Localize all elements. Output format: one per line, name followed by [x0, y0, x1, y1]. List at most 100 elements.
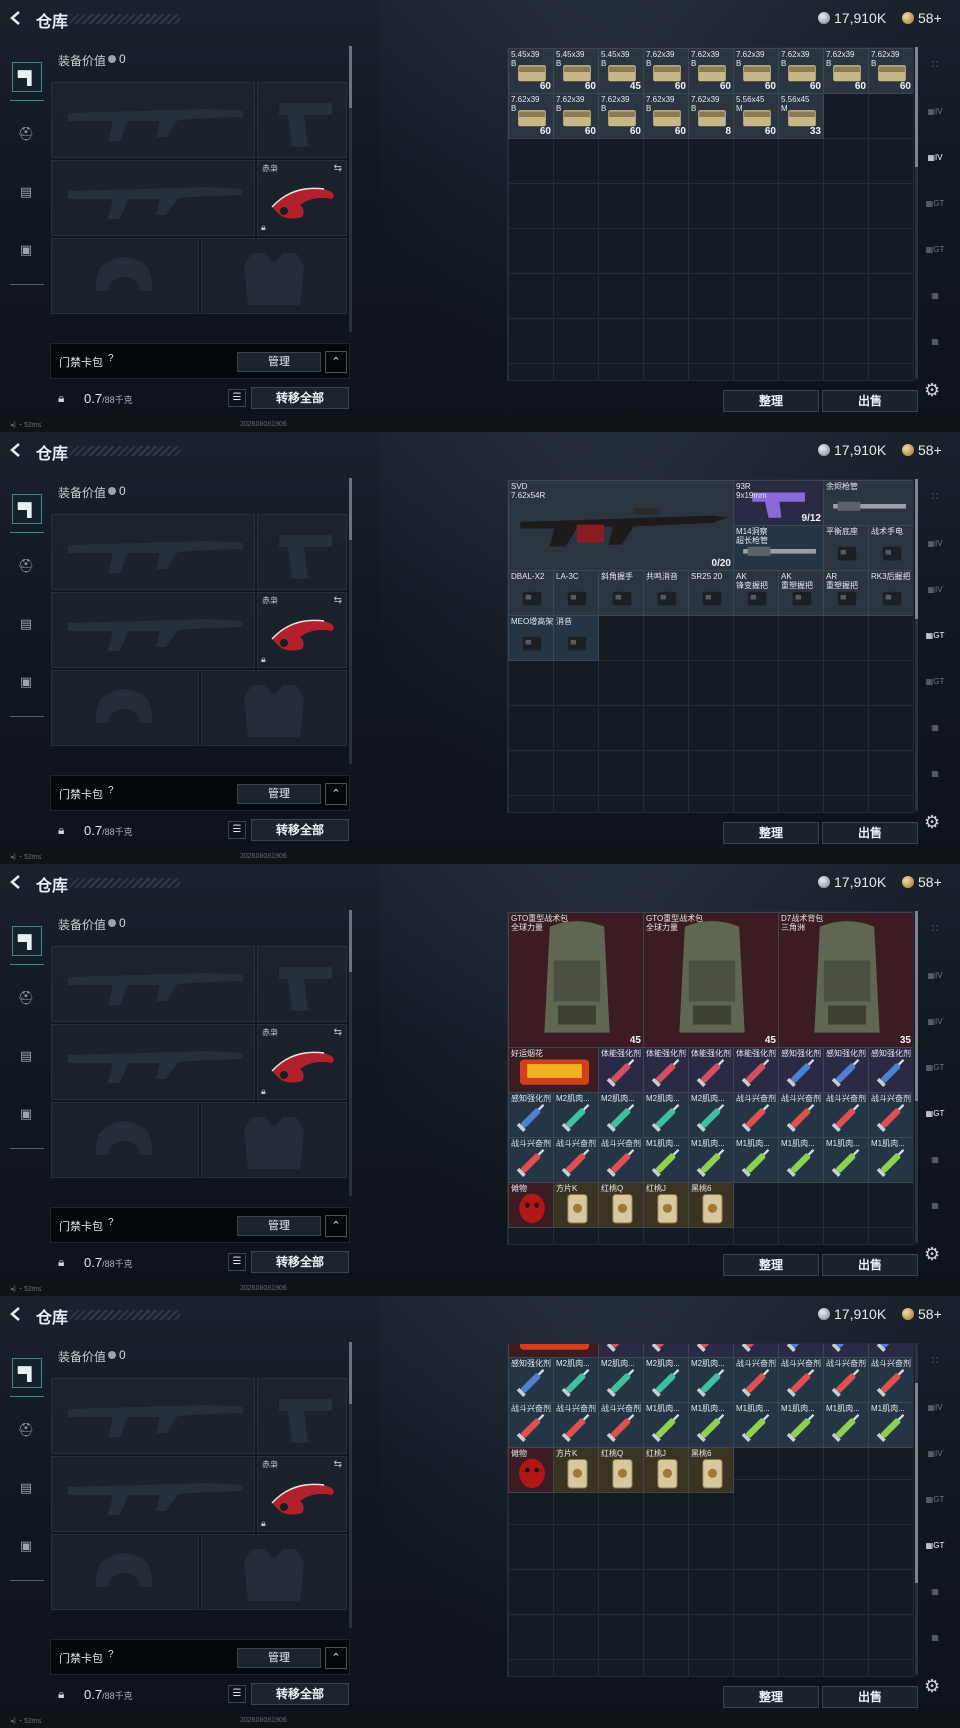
stash-item[interactable]: 5.45x39 B 60 — [508, 48, 554, 94]
stash-item[interactable]: 7.62x39 B 8 — [688, 93, 734, 139]
stash-item[interactable]: M2肌肉... — [598, 1092, 644, 1138]
chevron-up-icon[interactable]: ⌃ — [325, 1647, 347, 1669]
stash-item[interactable]: 7.62x39 B 60 — [643, 48, 689, 94]
stash-item[interactable]: M1肌肉... — [733, 1402, 779, 1448]
stash-item[interactable]: 7.62x39 B 60 — [733, 48, 779, 94]
stash-item[interactable]: 93R 9x19mm 9/12 — [733, 480, 824, 526]
primary-weapon-slot[interactable] — [51, 514, 255, 590]
stash-page-tab-5[interactable]: ▦ GT — [922, 670, 948, 692]
stash-item[interactable] — [508, 1344, 599, 1358]
stash-item[interactable]: 5.45x39 B 45 — [598, 48, 644, 94]
stash-item[interactable]: 消音 — [553, 615, 599, 661]
tab-rig[interactable]: ▤ — [12, 610, 40, 638]
tab-bag[interactable]: ▣ — [12, 1100, 40, 1128]
stash-item[interactable]: M2肌肉... — [688, 1357, 734, 1403]
stash-item[interactable]: 余烬枪管 — [823, 480, 913, 526]
loadout-scrollbar[interactable] — [349, 478, 352, 764]
stash-item[interactable]: 感知强化剂 — [508, 1357, 554, 1403]
swap-icon[interactable]: ⇆ — [334, 595, 342, 606]
sort-button[interactable]: 整理 — [723, 822, 819, 844]
help-icon[interactable]: ? — [108, 785, 114, 796]
tab-bag[interactable]: ▣ — [12, 236, 40, 264]
transfer-all-button[interactable]: 转移全部 — [251, 1251, 349, 1273]
stash-item[interactable]: 战斗兴奋剂 — [823, 1357, 869, 1403]
scrollbar-thumb[interactable] — [915, 911, 918, 1101]
stash-page-tab-1[interactable]: ⛶ — [922, 486, 948, 508]
sell-button[interactable]: 出售 — [822, 390, 918, 412]
scrollbar-thumb[interactable] — [349, 910, 352, 972]
tab-armor[interactable]: ⛑ — [12, 552, 40, 580]
stash-item[interactable]: M1肌肉... — [778, 1137, 824, 1183]
stash-item[interactable]: 黑桃6 — [688, 1182, 734, 1228]
stash-page-tab-3[interactable]: ▦ IV — [922, 578, 948, 600]
stash-page-tab-3[interactable]: ▦ IV — [922, 1442, 948, 1464]
list-icon[interactable]: ☰ — [228, 389, 246, 407]
back-arrow-icon[interactable] — [8, 874, 24, 890]
stash-grid[interactable]: 5.45x39 B 60 5.45x39 B 60 5.45x39 B 45 7.62x39… — [507, 47, 914, 381]
stash-page-tab-6[interactable]: ▦ — [922, 716, 948, 738]
gear-icon[interactable]: ⚙ — [924, 380, 940, 401]
stash-item[interactable] — [688, 1344, 734, 1358]
stash-page-tab-3[interactable]: ▦ IV — [922, 146, 948, 168]
manage-button[interactable]: 管理 — [237, 784, 321, 804]
stash-page-tab-4[interactable]: ▦ GT — [922, 1488, 948, 1510]
sell-button[interactable]: 出售 — [822, 1254, 918, 1276]
stash-item[interactable]: 战斗兴奋剂 — [868, 1092, 913, 1138]
stash-item[interactable]: 斜角握手 — [598, 570, 644, 616]
manage-button[interactable]: 管理 — [237, 1216, 321, 1236]
transfer-all-button[interactable]: 转移全部 — [251, 387, 349, 409]
list-icon[interactable]: ☰ — [228, 1253, 246, 1271]
armor-slot[interactable] — [201, 238, 347, 314]
stash-item[interactable]: M1肌肉... — [643, 1402, 689, 1448]
stash-page-tab-4[interactable]: ▦ GT — [922, 1056, 948, 1078]
stash-page-tab-1[interactable]: ⛶ — [922, 1350, 948, 1372]
stash-page-tab-1[interactable]: ⛶ — [922, 918, 948, 940]
stash-item[interactable]: MEO增高架 — [508, 615, 554, 661]
stash-item[interactable]: 好运烟花 — [508, 1047, 599, 1093]
stash-item[interactable]: 7.62x39 B 60 — [688, 48, 734, 94]
stash-scrollbar[interactable] — [915, 1343, 918, 1675]
tab-weapons[interactable]: ▀▌ — [12, 494, 42, 524]
sort-button[interactable]: 整理 — [723, 1686, 819, 1708]
tab-rig[interactable]: ▤ — [12, 1474, 40, 1502]
stash-grid[interactable]: SVD 7.62x54R 0/20 93R 9x19mm 9/12 余烬枪管 M14洞察 … — [507, 479, 914, 813]
stash-item[interactable]: 感知强化剂 — [508, 1092, 554, 1138]
stash-item[interactable]: 感知强化剂 — [823, 1047, 869, 1093]
stash-scrollbar[interactable] — [915, 47, 918, 379]
stash-item[interactable]: M2肌肉... — [643, 1357, 689, 1403]
tab-bag[interactable]: ▣ — [12, 1532, 40, 1560]
stash-item[interactable]: GTO重型战术包 全球力量 45 — [508, 912, 644, 1048]
tab-weapons[interactable]: ▀▌ — [12, 1358, 42, 1388]
stash-page-tab-7[interactable]: ▦ — [922, 1194, 948, 1216]
stash-item[interactable]: AK 重塑握把 — [778, 570, 824, 616]
stash-item[interactable]: D7战术背包 三角洲 35 — [778, 912, 913, 1048]
stash-page-tab-7[interactable]: ▦ — [922, 330, 948, 352]
pistol-slot[interactable] — [257, 946, 347, 1022]
stash-page-tab-5[interactable]: ▦ GT — [922, 238, 948, 260]
stash-page-tab-5[interactable]: ▦ GT — [922, 1102, 948, 1124]
scrollbar-thumb[interactable] — [349, 478, 352, 540]
back-arrow-icon[interactable] — [8, 442, 24, 458]
stash-item[interactable]: 体能强化剂 — [643, 1047, 689, 1093]
stash-item[interactable]: 方片K — [553, 1447, 599, 1493]
pistol-slot[interactable] — [257, 82, 347, 158]
stash-item[interactable]: M1肌肉... — [643, 1137, 689, 1183]
stash-item[interactable]: 战斗兴奋剂 — [823, 1092, 869, 1138]
secondary-weapon-slot[interactable] — [51, 1024, 255, 1100]
list-icon[interactable]: ☰ — [228, 1685, 246, 1703]
stash-item[interactable]: 战斗兴奋剂 — [778, 1092, 824, 1138]
loadout-scrollbar[interactable] — [349, 46, 352, 332]
loadout-scrollbar[interactable] — [349, 1342, 352, 1628]
primary-weapon-slot[interactable] — [51, 82, 255, 158]
stash-item[interactable]: 战斗兴奋剂 — [508, 1137, 554, 1183]
tab-rig[interactable]: ▤ — [12, 178, 40, 206]
swap-icon[interactable]: ⇆ — [334, 163, 342, 174]
manage-button[interactable]: 管理 — [237, 1648, 321, 1668]
stash-item[interactable]: 战斗兴奋剂 — [733, 1357, 779, 1403]
helmet-slot[interactable] — [51, 670, 199, 746]
melee-slot[interactable]: 赤枭 ⇆ 🔒︎ — [257, 160, 347, 236]
stash-item[interactable]: SVD 7.62x54R 0/20 — [508, 480, 734, 571]
stash-scrollbar[interactable] — [915, 479, 918, 811]
stash-page-tab-7[interactable]: ▦ — [922, 762, 948, 784]
stash-item[interactable]: M2肌肉... — [553, 1357, 599, 1403]
